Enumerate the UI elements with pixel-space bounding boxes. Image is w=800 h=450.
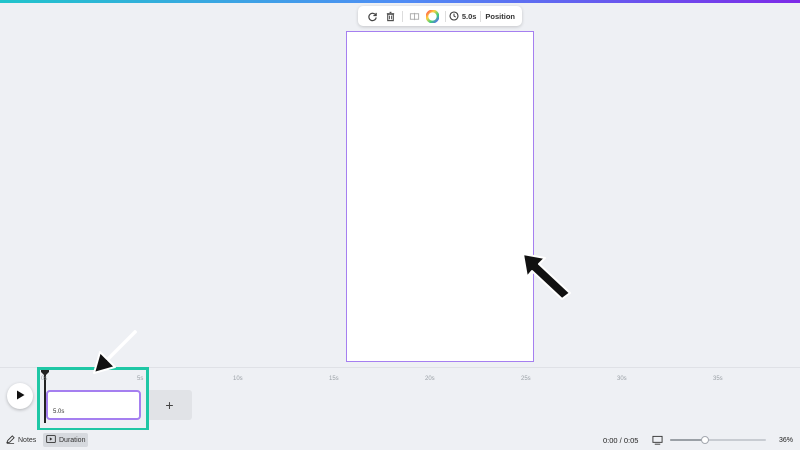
replace-button[interactable]: [363, 8, 381, 24]
duration-button[interactable]: 5.0s: [449, 8, 477, 24]
duration-label: 5.0s: [461, 11, 477, 21]
notes-button[interactable]: Notes: [3, 433, 39, 447]
notes-icon: [6, 434, 15, 446]
element-toolbar: 5.0s Position: [358, 6, 522, 26]
arrow-pointer-icon: [522, 253, 571, 300]
ruler-label: 10s: [233, 376, 243, 382]
toolbar-divider: [479, 10, 481, 22]
ruler-label: 25s: [521, 376, 531, 382]
position-button[interactable]: Position: [483, 8, 517, 24]
clock-icon: [449, 11, 459, 21]
play-button[interactable]: [7, 383, 33, 409]
flip-button[interactable]: [406, 8, 424, 24]
color-wheel-icon: [426, 9, 440, 23]
ruler-label: 0s: [41, 376, 48, 382]
flip-icon: [409, 11, 420, 22]
arrow-pointer-icon: [93, 330, 137, 374]
time-readout: 0:00 / 0:05: [603, 435, 639, 445]
trash-icon: [385, 11, 396, 22]
ruler-label: 35s: [713, 376, 723, 382]
play-icon: [16, 387, 25, 405]
duration-toggle-label: Duration: [59, 436, 86, 444]
toolbar-divider: [402, 10, 403, 22]
zoom-slider-fill: [670, 439, 705, 441]
grid-view-icon[interactable]: [652, 433, 663, 450]
ruler-label: 5s: [137, 376, 144, 382]
replace-icon: [367, 11, 378, 22]
zoom-slider[interactable]: [670, 436, 766, 444]
color-button[interactable]: [424, 8, 442, 24]
ruler-label: 30s: [617, 376, 627, 382]
add-page-button[interactable]: +: [147, 390, 192, 420]
delete-button[interactable]: [381, 8, 399, 24]
zoom-percent: 36%: [779, 436, 794, 444]
design-canvas[interactable]: [346, 31, 534, 362]
notes-label: Notes: [18, 436, 37, 444]
bottom-bar: Notes Duration 0:00 / 0:05 36%: [0, 430, 800, 450]
top-gradient-bar: [0, 0, 800, 3]
toolbar-divider: [444, 10, 446, 22]
duration-toggle-button[interactable]: Duration: [43, 433, 89, 447]
zoom-slider-thumb[interactable]: [701, 436, 709, 444]
ruler-label: 15s: [329, 376, 339, 382]
duration-icon: [46, 435, 56, 445]
ruler-label: 20s: [425, 376, 435, 382]
